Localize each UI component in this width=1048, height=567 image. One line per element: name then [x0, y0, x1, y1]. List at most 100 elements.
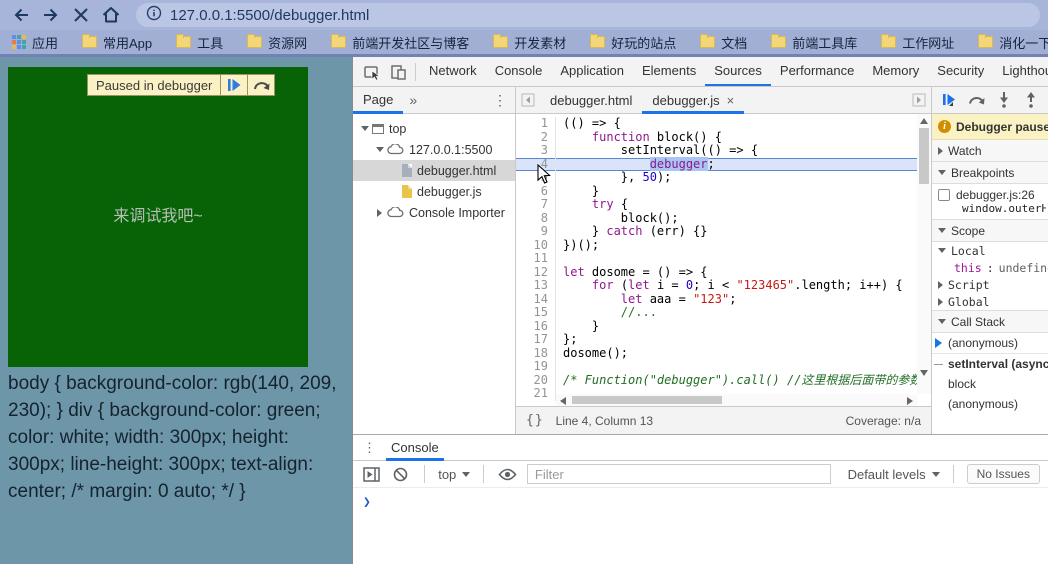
code-line[interactable]: 16 } [516, 319, 917, 333]
bookmark-item[interactable]: 开发素材 [493, 33, 566, 52]
call-stack-frame[interactable]: (anonymous) [932, 394, 1048, 414]
tab-elements[interactable]: Elements [633, 57, 705, 86]
code-line[interactable]: 17}; [516, 332, 917, 347]
code-line[interactable]: 8 block(); [516, 211, 917, 225]
step-into-button-icon[interactable] [993, 89, 1015, 111]
tree-item-127.0.0.1-5500[interactable]: 127.0.0.1:5500 [353, 139, 515, 160]
close-tab-icon[interactable]: × [727, 93, 735, 108]
code-line[interactable]: 9 } catch (err) {} [516, 224, 917, 239]
call-stack-frame[interactable]: setInterval (async) [932, 353, 1048, 374]
tab-application[interactable]: Application [551, 57, 633, 86]
code-line[interactable]: 6 } [516, 184, 917, 198]
code-line[interactable]: 20 /* Function("debugger").call() //这里根据后… [516, 373, 931, 387]
line-number[interactable]: 18 [516, 346, 556, 360]
line-number[interactable]: 11 [516, 251, 556, 266]
line-number[interactable]: 17 [516, 332, 556, 347]
code-line[interactable]: 14 let aaa = "123"; [516, 292, 917, 306]
line-number[interactable]: 20 [516, 373, 556, 387]
tree-item-debugger.html[interactable]: debugger.html [353, 160, 515, 181]
scroll-tabs-left-icon[interactable] [516, 87, 540, 113]
bookmark-item[interactable]: 常用App [82, 33, 152, 52]
tab-lighthouse[interactable]: Lighthouse [993, 57, 1048, 86]
code-line[interactable]: 12 let dosome = () => { [516, 265, 917, 279]
section-call-stack[interactable]: Call Stack [932, 311, 1048, 333]
code-line[interactable]: 13 for (let i = 0; i < "123465".length; … [516, 278, 917, 293]
log-levels-dropdown[interactable]: Default levels [848, 467, 940, 482]
section-breakpoints[interactable]: Breakpoints [932, 162, 1048, 184]
tree-item-console-importer[interactable]: Console Importer [353, 202, 515, 223]
line-number[interactable]: 19 [516, 359, 556, 374]
line-number[interactable]: 16 [516, 319, 556, 333]
console-prompt[interactable]: ❯ [353, 488, 1048, 510]
resume-script-icon[interactable] [221, 74, 247, 96]
console-filter-input[interactable] [526, 464, 831, 484]
editor-tab-debugger-html[interactable]: debugger.html [540, 87, 642, 114]
line-number[interactable]: 3 [516, 143, 556, 158]
resume-button-icon[interactable] [939, 89, 961, 111]
line-number[interactable]: 1 [516, 116, 556, 131]
code-line[interactable]: 18 dosome(); [516, 346, 917, 360]
editor-tab-debugger-js[interactable]: debugger.js × [642, 87, 744, 114]
tree-item-top[interactable]: top [353, 118, 515, 139]
line-number[interactable]: 15 [516, 305, 556, 320]
code-area[interactable]: 1(() => {2 function block() {3 setInterv… [516, 114, 931, 406]
line-number[interactable]: 13 [516, 278, 556, 293]
code-line[interactable]: 4 debugger; [516, 156, 917, 171]
code-line[interactable]: 15 //... [516, 305, 917, 320]
bookmark-item[interactable]: 文档 [700, 33, 747, 52]
call-stack-frame[interactable]: (anonymous) [932, 333, 1048, 353]
call-stack-frame[interactable]: block [932, 374, 1048, 394]
code-line[interactable]: 10})(); [516, 238, 917, 252]
live-expression-eye-icon[interactable] [497, 463, 518, 485]
line-number[interactable]: 9 [516, 224, 556, 239]
tab-console[interactable]: Console [486, 57, 552, 86]
line-number[interactable]: 14 [516, 292, 556, 306]
console-sidebar-icon[interactable] [361, 463, 382, 485]
section-scope[interactable]: Scope [932, 220, 1048, 242]
tab-network[interactable]: Network [420, 57, 486, 86]
breakpoint-item[interactable]: debugger.js:26window.outerHeight [932, 184, 1048, 219]
tab-page[interactable]: Page [353, 87, 403, 114]
line-number[interactable]: 21 [516, 386, 556, 401]
device-toolbar-icon[interactable] [385, 59, 411, 85]
back-icon[interactable] [8, 3, 34, 27]
step-over-icon[interactable] [248, 74, 274, 96]
line-number[interactable]: 10 [516, 238, 556, 252]
no-issues-badge[interactable]: No Issues [966, 464, 1040, 484]
scope-variable[interactable]: this: undefined [932, 259, 1048, 276]
tab-security[interactable]: Security [928, 57, 993, 86]
line-number[interactable]: 2 [516, 130, 556, 144]
section-watch[interactable]: Watch [932, 140, 1048, 162]
more-tabs-icon[interactable]: » [403, 92, 423, 108]
line-number[interactable]: 7 [516, 197, 556, 212]
bookmark-item[interactable]: 应用 [12, 33, 58, 52]
bookmark-item[interactable]: 工具 [176, 33, 223, 52]
editor-horizontal-scrollbar[interactable] [556, 394, 917, 406]
code-line[interactable]: 7 try { [516, 197, 917, 212]
drawer-menu-icon[interactable]: ⋮ [353, 440, 386, 456]
context-selector[interactable]: top [438, 467, 471, 482]
breakpoint-checkbox[interactable] [938, 189, 950, 201]
forward-icon[interactable] [38, 3, 64, 27]
tree-item-debugger.js[interactable]: debugger.js [353, 181, 515, 202]
inspect-element-icon[interactable] [359, 59, 385, 85]
scope-group-script[interactable]: Script [932, 276, 1048, 293]
clear-console-icon[interactable] [391, 463, 412, 485]
code-line[interactable]: 19 [516, 359, 917, 374]
code-line[interactable]: 1 (() => { [516, 116, 917, 131]
step-over-button-icon[interactable] [966, 89, 988, 111]
pretty-print-icon[interactable]: {} [526, 413, 544, 428]
code-line[interactable]: 11 [516, 251, 917, 266]
scroll-tabs-right-icon[interactable] [907, 87, 931, 113]
home-icon[interactable] [98, 3, 124, 27]
editor-vertical-scrollbar[interactable] [917, 114, 931, 394]
tab-console[interactable]: Console [386, 435, 444, 461]
scope-group-local[interactable]: Local [932, 242, 1048, 259]
line-number[interactable]: 12 [516, 265, 556, 279]
navigator-menu-icon[interactable]: ⋮ [485, 92, 515, 109]
bookmark-item[interactable]: 前端工具库 [771, 33, 857, 52]
scope-group-global[interactable]: Global [932, 293, 1048, 310]
bookmark-item[interactable]: 工作网址 [881, 33, 954, 52]
bookmark-item[interactable]: 前端开发社区与博客 [331, 33, 469, 52]
stop-icon[interactable] [68, 3, 94, 27]
